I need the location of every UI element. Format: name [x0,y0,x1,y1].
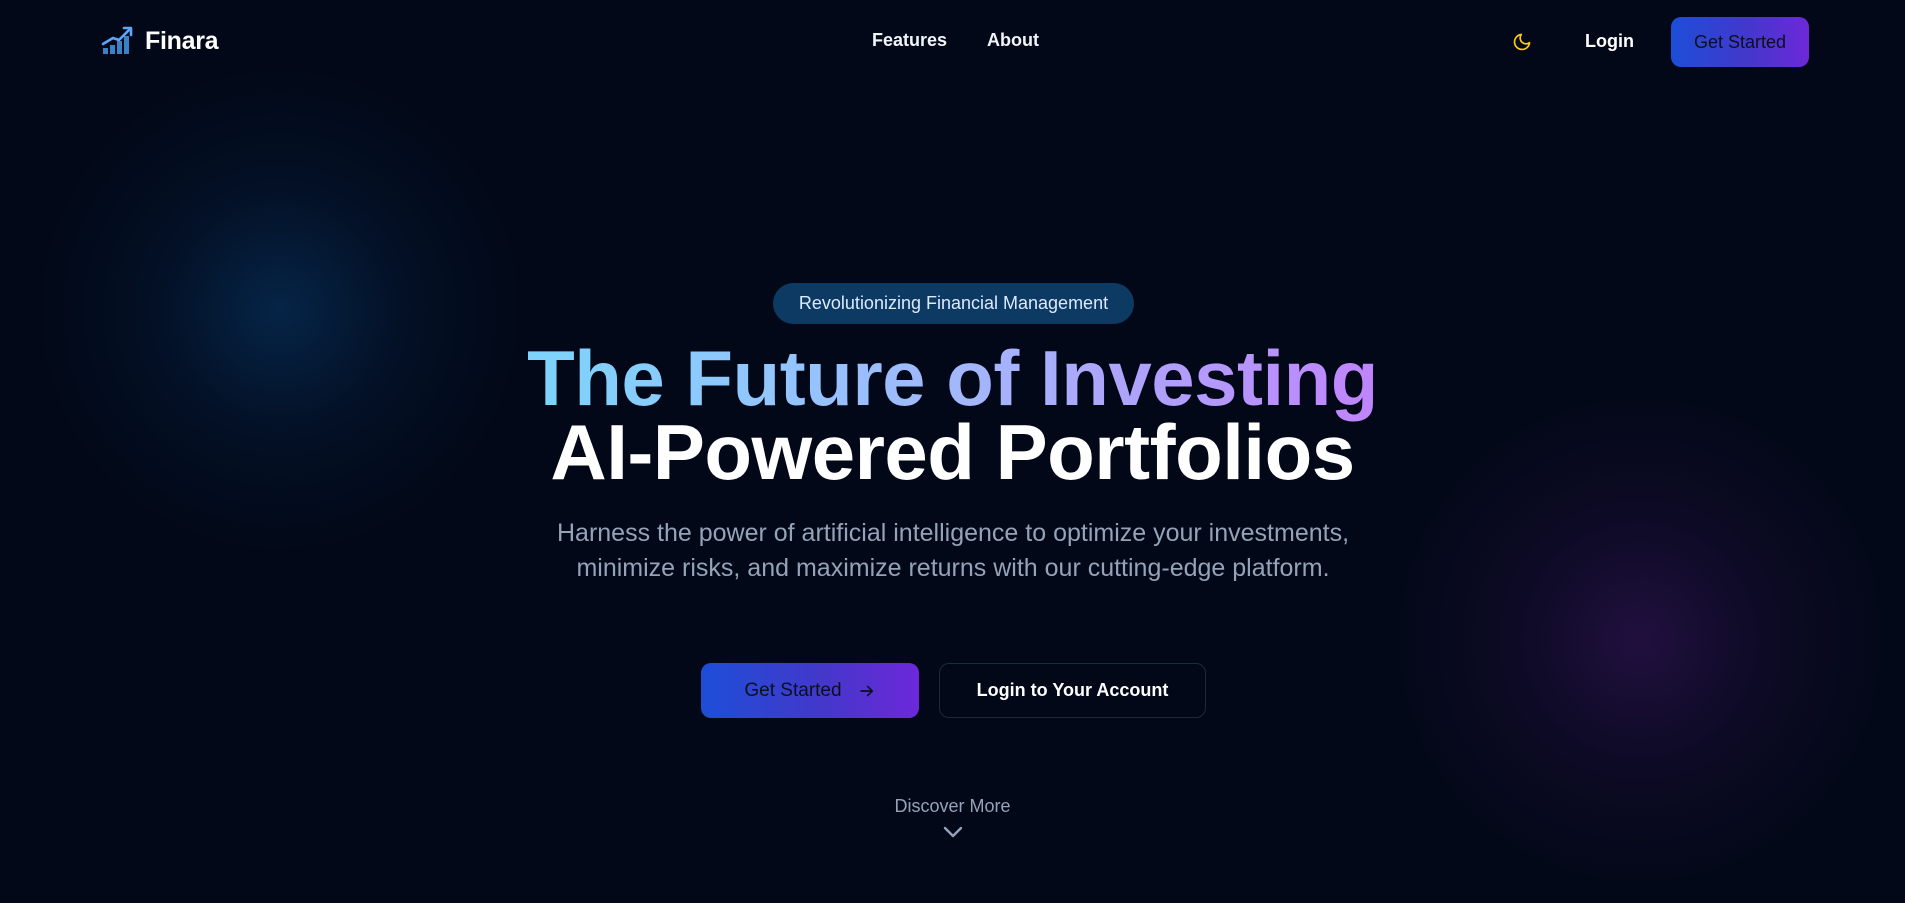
moon-icon [1513,33,1531,51]
hero-subtitle: Harness the power of artificial intellig… [556,519,1350,582]
hero-get-started-button[interactable]: Get Started [701,663,919,718]
nav-link-features[interactable]: Features [872,30,947,51]
brand-name: Finara [145,26,219,55]
hero-title-line2: AI-Powered Portfolios [550,408,1355,496]
discover-more-label: Discover More [894,796,1011,816]
hero-get-started-label: Get Started [744,679,842,701]
theme-toggle-button[interactable] [1510,30,1534,54]
hero-login-button[interactable]: Login to Your Account [939,663,1206,718]
discover-more-link[interactable]: Discover More [0,796,1905,841]
landing-page: Finara Features About Login Get Started … [0,0,1905,903]
brand-logo[interactable]: Finara [101,24,219,58]
nav-link-about[interactable]: About [987,30,1039,51]
login-link[interactable]: Login [1585,31,1634,52]
arrow-right-icon [859,685,873,696]
top-navbar: Finara Features About Login Get Started [0,0,1905,86]
get-started-button[interactable]: Get Started [1671,17,1809,67]
growth-chart-icon [101,26,133,54]
hero-badge: Revolutionizing Financial Management [773,283,1134,324]
chevron-down-icon [943,826,962,838]
nav-links: Features About [872,30,1039,51]
